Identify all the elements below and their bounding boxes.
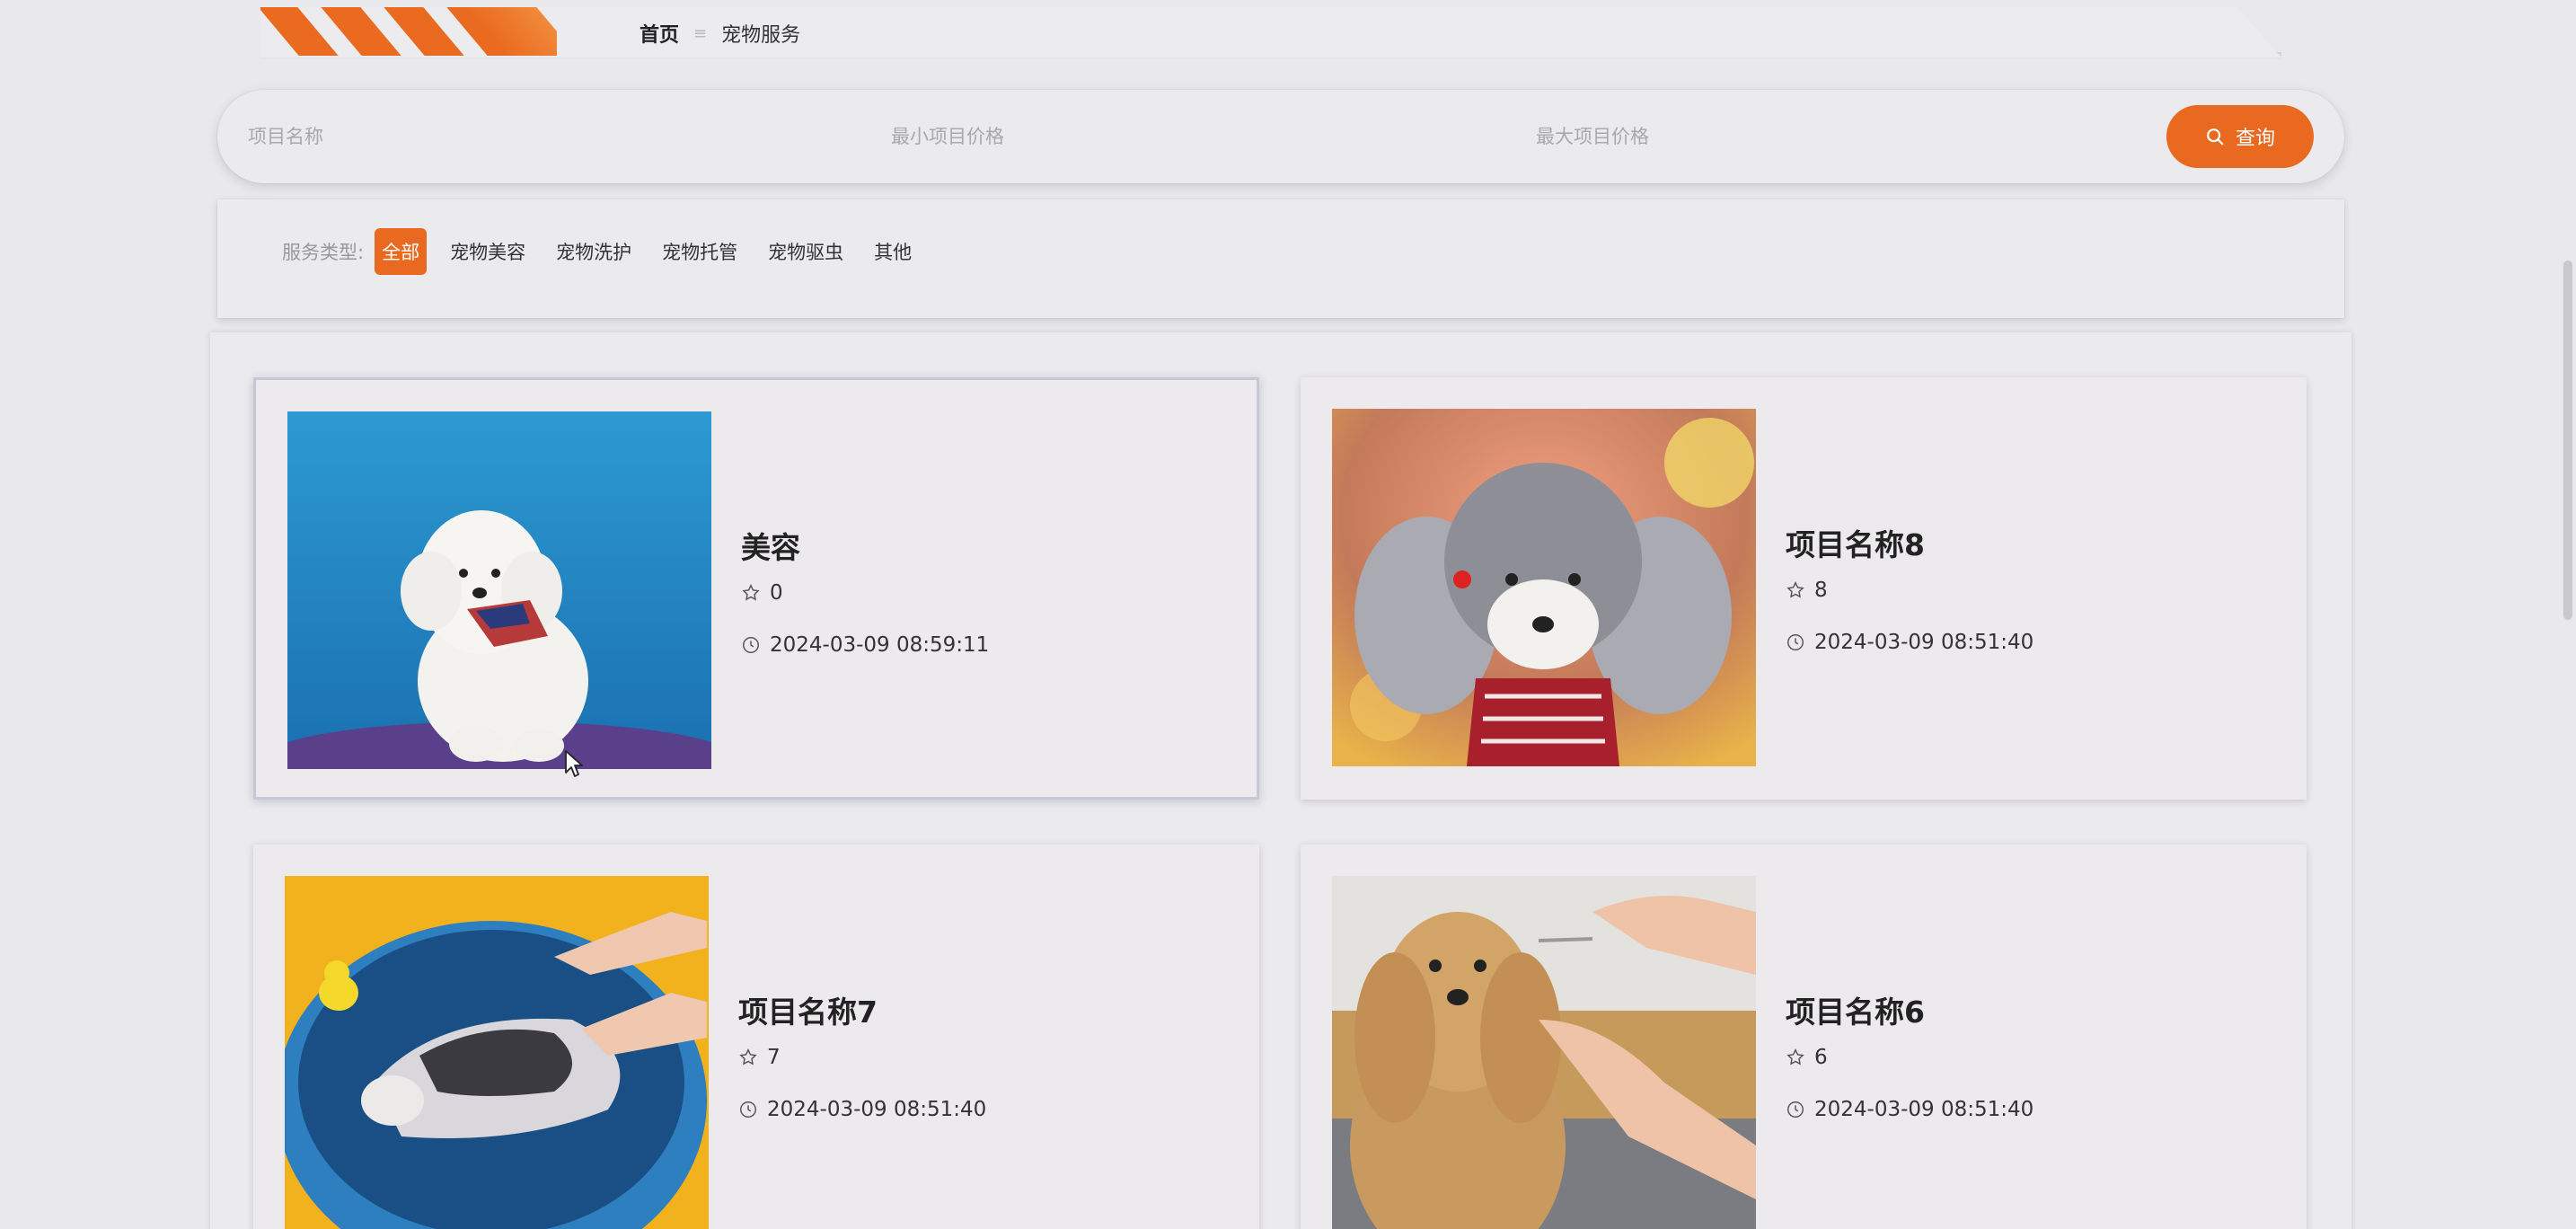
star-icon: [742, 584, 760, 601]
service-likes: 0: [741, 581, 783, 605]
clock-icon: [743, 637, 759, 653]
likes-count: 8: [1814, 579, 1828, 602]
clock-icon: [1787, 1101, 1804, 1118]
service-title[interactable]: 项目名称8: [1786, 521, 1925, 564]
search-button[interactable]: 查询: [2166, 105, 2314, 168]
service-image-grey-poodle[interactable]: [1332, 409, 1756, 766]
service-title[interactable]: 美容: [741, 524, 800, 567]
mouse-cursor-icon: [565, 750, 583, 777]
service-card[interactable]: 项目名称8 8 2024-03-09 08:51:40: [1301, 377, 2307, 800]
filter-panel: 服务类型: 全部 宠物美容 宠物洗护 宠物托管 宠物驱虫 其他: [217, 199, 2344, 318]
search-icon: [2207, 128, 2224, 146]
max-price-input[interactable]: [1536, 117, 2075, 156]
likes-count: 6: [1814, 1046, 1828, 1069]
service-image-white-poodle[interactable]: ﾠ: [287, 411, 711, 769]
search-bar: 查询: [217, 90, 2344, 183]
breadcrumb: 首页 ≡ 宠物服务: [640, 19, 801, 48]
filter-option-grooming[interactable]: 宠物美容: [443, 228, 533, 275]
filter-label: 服务类型:: [282, 242, 365, 263]
filter-option-other[interactable]: 其他: [867, 228, 919, 275]
project-name-input[interactable]: [248, 117, 787, 156]
star-icon: [1786, 1048, 1804, 1065]
service-image-dog-bath[interactable]: [285, 876, 709, 1229]
svg-text:ﾠ: ﾠ: [620, 630, 631, 644]
page: 首页 ≡ 宠物服务 查询 服务类型: 全部 宠物美容 宠物洗护 宠物托管 宠物驱…: [0, 0, 2576, 1229]
service-likes: 7: [738, 1046, 781, 1069]
filter-option-boarding[interactable]: 宠物托管: [655, 228, 745, 275]
star-icon: [1786, 581, 1804, 598]
star-icon: [739, 1048, 757, 1065]
breadcrumb-current: 宠物服务: [721, 24, 801, 47]
breadcrumb-separator: ≡: [693, 23, 708, 43]
publish-time: 2024-03-09 08:51:40: [1814, 1098, 2034, 1121]
filter-option-deworming[interactable]: 宠物驱虫: [761, 228, 851, 275]
service-type-filter: 服务类型: 全部 宠物美容 宠物洗护 宠物托管 宠物驱虫 其他: [282, 228, 935, 275]
scrollbar[interactable]: [2556, 0, 2576, 1229]
search-button-label: 查询: [2235, 128, 2275, 150]
service-likes: 6: [1786, 1046, 1828, 1069]
decorative-stripes: [260, 7, 557, 56]
likes-count: 7: [767, 1046, 781, 1069]
clock-icon: [740, 1101, 756, 1118]
min-price-input[interactable]: [891, 117, 1430, 156]
service-title[interactable]: 项目名称7: [738, 988, 878, 1031]
service-card[interactable]: 项目名称6 6 2024-03-09 08:51:40: [1301, 844, 2307, 1229]
breadcrumb-banner: [260, 7, 2281, 57]
filter-option-all[interactable]: 全部: [375, 228, 428, 275]
publish-time: 2024-03-09 08:51:40: [1814, 631, 2034, 654]
scrollbar-thumb[interactable]: [2563, 261, 2572, 620]
service-title[interactable]: 项目名称6: [1786, 988, 1925, 1031]
publish-time: 2024-03-09 08:59:11: [770, 633, 990, 657]
service-time: 2024-03-09 08:59:11: [741, 633, 989, 657]
service-time: 2024-03-09 08:51:40: [738, 1098, 986, 1121]
filter-option-washing[interactable]: 宠物洗护: [549, 228, 639, 275]
service-time: 2024-03-09 08:51:40: [1786, 631, 2033, 654]
service-card[interactable]: 项目名称7 7 2024-03-09 08:51:40: [253, 844, 1259, 1229]
service-likes: 8: [1786, 579, 1828, 602]
clock-icon: [1787, 634, 1804, 650]
service-time: 2024-03-09 08:51:40: [1786, 1098, 2033, 1121]
breadcrumb-home-link[interactable]: 首页: [640, 19, 679, 48]
service-image-dog-grooming[interactable]: [1332, 876, 1756, 1229]
publish-time: 2024-03-09 08:51:40: [767, 1098, 987, 1121]
likes-count: 0: [770, 581, 783, 605]
service-card[interactable]: ﾠ 美容 0 2024-03-09 08:59:11: [253, 377, 1259, 800]
